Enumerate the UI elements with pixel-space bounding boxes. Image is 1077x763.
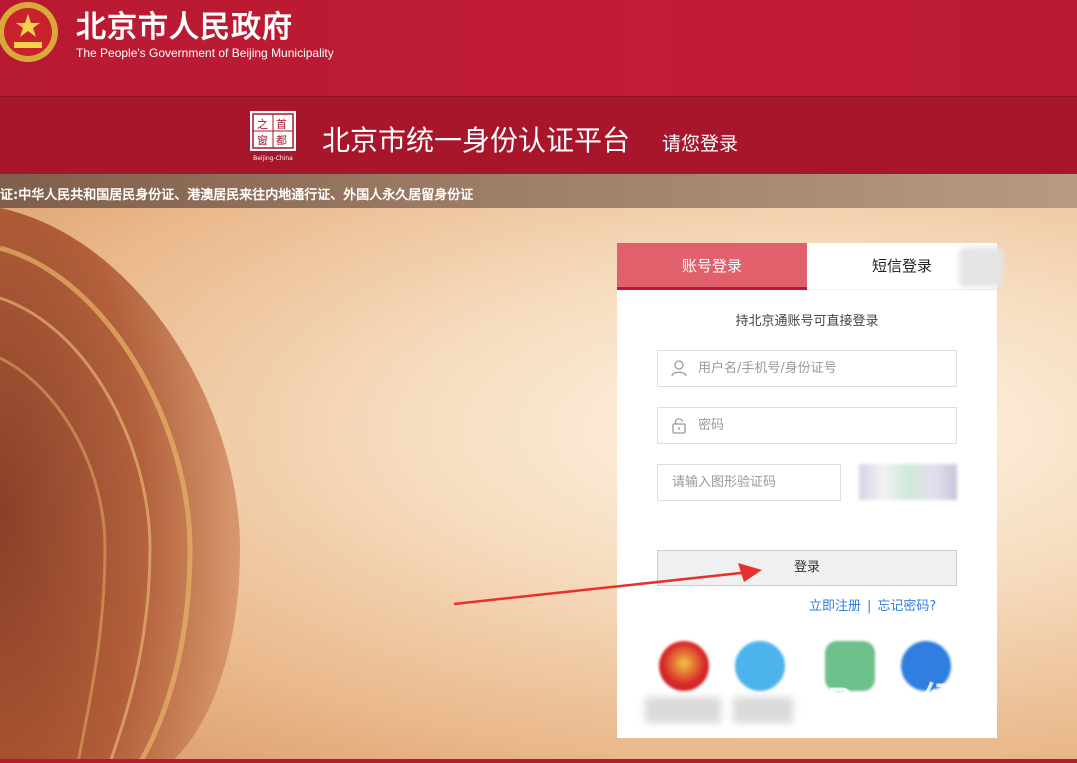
third-party-label xyxy=(645,697,721,723)
link-separator: | xyxy=(867,599,872,614)
captcha-field xyxy=(657,464,841,501)
gov-title: 北京市人民政府 xyxy=(76,10,293,45)
username-field xyxy=(657,350,957,387)
register-link[interactable]: 立即注册 xyxy=(809,599,861,614)
annotation-arrow xyxy=(453,563,762,606)
gov-subtitle: The People's Government of Beijing Munic… xyxy=(76,46,334,60)
forgot-password-link[interactable]: 忘记密码? xyxy=(877,599,936,614)
qr-code-icon[interactable] xyxy=(959,247,1003,287)
captcha-input[interactable] xyxy=(672,465,837,500)
login-card: 账号登录 短信登录 持北京通账号可直接登录 登录 立即注册|忘记密码? xyxy=(617,243,1003,738)
bottom-border xyxy=(0,759,1077,763)
platform-subtitle: 请您登录 xyxy=(662,133,739,155)
seal-caption: Beijing-China xyxy=(253,155,293,162)
seal-char: 窗 xyxy=(257,133,268,147)
national-emblem-icon xyxy=(0,2,58,62)
platform-bar: 之 首 窗 都 Beijing-China 北京市统一身份认证平台 请您登录 xyxy=(0,96,1077,174)
baidu-watermark-url: jingyan.baidu.com xyxy=(830,716,978,735)
gov-header: 北京市人民政府 The People's Government of Beiji… xyxy=(0,0,1077,96)
capital-window-seal-icon: 之 首 窗 都 Beijing-China xyxy=(250,111,296,162)
user-icon xyxy=(671,360,687,377)
login-tabs: 账号登录 短信登录 xyxy=(617,243,997,290)
lock-icon xyxy=(672,418,686,434)
password-field xyxy=(657,407,957,444)
notice-strip: 证:中华人民共和国居民身份证、港澳居民来往内地通行证、外国人永久居留身份证 xyxy=(0,174,1077,208)
platform-title: 北京市统一身份认证平台 xyxy=(322,124,631,157)
seal-char: 都 xyxy=(276,134,287,147)
third-party-label xyxy=(733,697,793,723)
username-input[interactable] xyxy=(698,351,948,386)
gov-login-icon[interactable] xyxy=(659,641,709,691)
tab-account-login[interactable]: 账号登录 xyxy=(617,243,807,290)
seal-char: 首 xyxy=(276,117,287,131)
password-input[interactable] xyxy=(698,408,948,443)
baidu-watermark: Baidu经验 xyxy=(828,681,991,719)
notice-text: 证:中华人民共和国居民身份证、港澳居民来往内地通行证、外国人永久居留身份证 xyxy=(0,188,474,203)
wechat-login-icon[interactable] xyxy=(735,641,785,691)
login-hint: 持北京通账号可直接登录 xyxy=(735,314,879,329)
seal-char: 之 xyxy=(257,117,268,131)
captcha-image[interactable] xyxy=(859,464,957,500)
auth-links: 立即注册 | 忘记密码? xyxy=(809,595,959,614)
